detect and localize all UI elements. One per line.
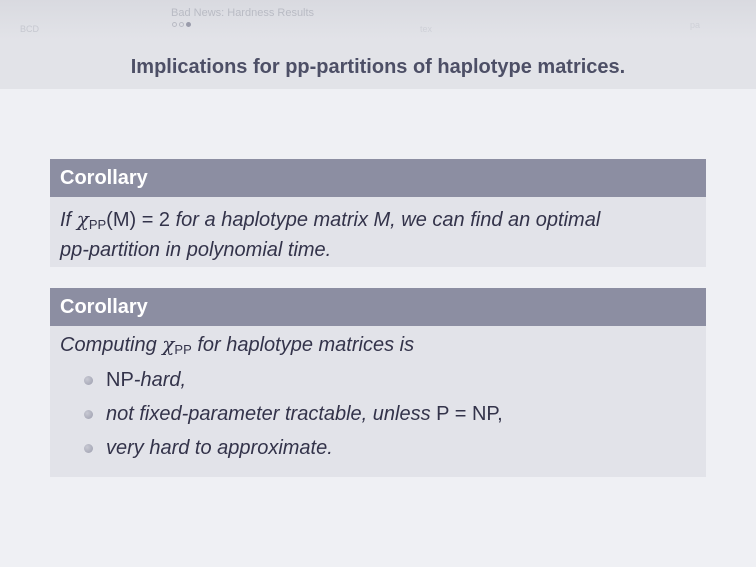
list-item: not fixed-parameter tractable, unless P …	[82, 397, 696, 431]
item-text: very hard to approximate.	[106, 437, 333, 459]
corollary-block-1: Corollary If χPP(M) = 2 for a haplotype …	[50, 159, 706, 267]
text-computing: Computing	[60, 334, 157, 356]
corollary-line-2: pp-partition in polynomial time.	[60, 239, 332, 261]
headline-subsection[interactable]: tex	[420, 24, 432, 34]
list-item: very hard to approximate.	[82, 431, 696, 465]
text-line1-rest: for a haplotype matrix M, we can find an…	[175, 209, 601, 231]
bullet-icon	[84, 410, 93, 419]
bullet-icon	[84, 444, 93, 453]
corollary-intro: Computing χPP for haplotype matrices is	[60, 330, 696, 361]
corollary-title: Corollary	[50, 288, 706, 326]
text-if: If	[60, 209, 72, 231]
headline-section-title[interactable]: Bad News: Hardness Results	[171, 7, 314, 19]
frame-title: Implications for pp-partitions of haplot…	[130, 56, 626, 78]
list-item: NP-hard,	[82, 363, 696, 397]
chi-symbol: χ	[76, 207, 89, 231]
chi-symbol: χ	[162, 332, 175, 356]
headline-bar: BCD Bad News: Hardness Results tex pa	[0, 0, 756, 40]
current-slide-dot[interactable]	[186, 22, 191, 27]
frame-title-bar: Implications for pp-partitions of haplot…	[0, 40, 756, 89]
headline-right-label[interactable]: pa	[690, 20, 700, 30]
p-equals-np: P = NP	[436, 403, 498, 425]
item-comma: ,	[497, 403, 503, 425]
slide-dot[interactable]	[172, 22, 177, 27]
np-symbol: NP	[106, 369, 134, 391]
item-text: not fixed-parameter tractable, unless	[106, 403, 431, 425]
corollary-title: Corollary	[50, 159, 706, 197]
bullet-icon	[84, 376, 93, 385]
bullet-list: NP-hard, not fixed-parameter tractable, …	[60, 363, 696, 465]
headline-left-label[interactable]: BCD	[20, 24, 39, 34]
slide-dot[interactable]	[179, 22, 184, 27]
section-progress-dots	[172, 22, 191, 27]
corollary-block-2: Corollary Computing χPP for haplotype ma…	[50, 288, 706, 477]
text-intro-rest: for haplotype matrices is	[197, 334, 415, 356]
corollary-body: Computing χPP for haplotype matrices is …	[50, 326, 706, 477]
chi-subscript: PP	[88, 217, 107, 232]
math-expression: (M) = 2	[106, 209, 171, 231]
corollary-body: If χPP(M) = 2 for a haplotype matrix M, …	[50, 197, 706, 267]
corollary-line-1: If χPP(M) = 2 for a haplotype matrix M, …	[60, 205, 696, 236]
chi-subscript: PP	[174, 342, 192, 357]
item-text: -hard,	[133, 369, 187, 391]
